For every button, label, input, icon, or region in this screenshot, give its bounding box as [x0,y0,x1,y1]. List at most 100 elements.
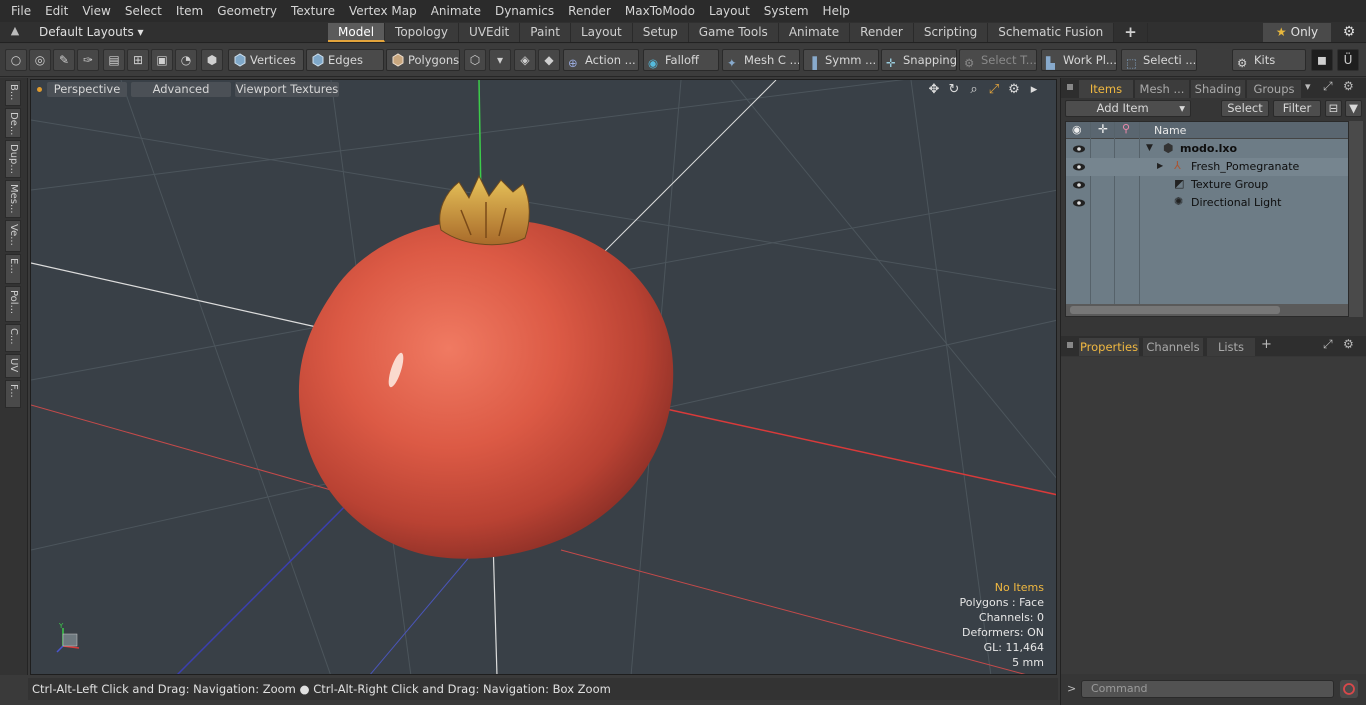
left-tab-vertex[interactable]: Ve... [5,220,21,252]
falloff-button[interactable]: ◉ Falloff [643,49,719,71]
menu-help[interactable]: Help [816,0,857,22]
tab-groups[interactable]: Groups [1247,80,1301,98]
left-tab-fusion[interactable]: F... [5,380,21,408]
filter-button[interactable]: Filter [1273,100,1321,117]
brush-icon[interactable]: ✑ [77,49,99,71]
gear-icon[interactable]: ⚙ [1340,23,1358,42]
chevron-down-icon[interactable]: ▾ [489,49,511,71]
orbit-icon[interactable]: ↻ [946,82,962,98]
tab-paint[interactable]: Paint [520,23,571,42]
command-input[interactable]: Command [1081,680,1334,698]
panel-menu-icon[interactable] [1067,84,1073,90]
collapse-arrow-icon[interactable]: ▼ [1146,143,1153,153]
advanced-button[interactable]: Advanced [131,82,231,97]
menu-dynamics[interactable]: Dynamics [488,0,561,22]
action-center-button[interactable]: ⊕ Action ... [563,49,639,71]
expand-arrow-icon[interactable]: ▶ [1157,161,1163,170]
kits-button[interactable]: ⚙ Kits [1232,49,1306,71]
work-plane-button[interactable]: ▙ Work Pl... [1041,49,1117,71]
material-mode-icon[interactable]: ⬡ [464,49,486,71]
name-column-header[interactable]: Name [1154,122,1186,139]
tab-layout[interactable]: Layout [570,23,633,42]
tab-scripting[interactable]: Scripting [913,23,989,42]
eye-icon[interactable] [1072,142,1086,156]
tab-channels[interactable]: Channels [1143,338,1203,356]
play-arrow-icon[interactable]: ▸ [1026,82,1042,98]
globe-icon[interactable]: ◎ [29,49,51,71]
menu-animate[interactable]: Animate [424,0,488,22]
deform-mode-icon[interactable]: ◆ [538,49,560,71]
select-circle-icon[interactable]: ○ [5,49,27,71]
tab-render[interactable]: Render [850,23,914,42]
mesh-constraints-button[interactable]: ✦ Mesh C ... [722,49,800,71]
eye-icon[interactable] [1072,196,1086,210]
pen-icon[interactable]: ✎ [53,49,75,71]
tab-topology[interactable]: Topology [385,23,460,42]
list-item[interactable]: ▶ ⅄ Fresh_Pomegranate [1066,158,1348,176]
menu-file[interactable]: File [4,0,38,22]
viewport-gear-icon[interactable]: ⚙ [1006,82,1022,98]
tab-properties[interactable]: Properties [1079,338,1139,356]
menu-maxtomodo[interactable]: MaxToModo [618,0,702,22]
select-through-button[interactable]: ⚙ Select T... [959,49,1037,71]
item-mode-icon[interactable]: ⬢ [201,49,223,71]
list-item[interactable]: ▼ ⬢ modo.lxo [1066,140,1348,158]
list-item[interactable]: ◩ Texture Group [1066,176,1348,194]
items-gear-icon[interactable]: ⚙ [1343,79,1354,93]
left-tab-mesh-edit[interactable]: Mes... [5,180,21,218]
left-tab-edge[interactable]: E... [5,254,21,284]
left-tab-curve[interactable]: C... [5,324,21,352]
center-icon[interactable]: ⊞ [127,49,149,71]
fit-icon[interactable]: ⤢ [986,82,1002,98]
list-item[interactable]: ✺ Directional Light [1066,194,1348,212]
left-tab-basic[interactable]: B... [5,80,21,106]
3d-viewport[interactable]: Perspective Advanced Viewport Textures ✥… [30,79,1057,675]
command-run-button[interactable] [1340,680,1358,698]
list-vertical-scrollbar[interactable] [1349,121,1363,317]
edges-button[interactable]: Edges [306,49,384,71]
pan-icon[interactable]: ✥ [926,82,942,98]
layout-selector[interactable]: Default Layouts ▾ [39,22,144,43]
select-button[interactable]: Select [1221,100,1269,117]
left-tab-polygon[interactable]: Pol... [5,286,21,322]
menu-view[interactable]: View [75,0,117,22]
menu-render[interactable]: Render [561,0,618,22]
add-properties-tab-icon[interactable]: + [1261,337,1272,352]
properties-menu-icon[interactable] [1067,342,1073,348]
left-tab-deform[interactable]: De... [5,108,21,138]
viewport-textures-button[interactable]: Viewport Textures [235,82,339,97]
funnel-icon[interactable]: ▼ [1345,100,1362,117]
add-tab-icon[interactable]: + [1114,23,1148,42]
frame-icon[interactable]: ▣ [151,49,173,71]
left-tab-duplicate[interactable]: Dup... [5,140,21,178]
cube-icon[interactable]: ◼ [1311,49,1333,71]
tab-mesh[interactable]: Mesh ... [1135,80,1189,98]
align-icon[interactable]: ▤ [103,49,125,71]
layout-toggle-icon[interactable]: ▲ [7,24,23,40]
expand-icon[interactable]: ⤢ [1323,79,1333,94]
properties-gear-icon[interactable]: ⚙ [1343,337,1354,351]
list-scroll-thumb[interactable] [1070,306,1280,314]
perspective-button[interactable]: Perspective [47,82,127,97]
eye-icon[interactable] [1072,160,1086,174]
list-scrollbar[interactable] [1066,304,1348,316]
menu-vertex-map[interactable]: Vertex Map [342,0,424,22]
tab-items[interactable]: Items [1079,80,1133,98]
collapse-icon[interactable]: ⊟ [1325,100,1342,117]
menu-item[interactable]: Item [169,0,210,22]
menu-geometry[interactable]: Geometry [210,0,284,22]
tab-lists[interactable]: Lists [1207,338,1255,356]
menu-edit[interactable]: Edit [38,0,75,22]
unreal-icon[interactable]: Ü [1337,49,1359,71]
symmetry-button[interactable]: ▐ Symm ... [803,49,879,71]
tab-animate[interactable]: Animate [778,23,851,42]
chevron-down-icon[interactable]: ▾ [1305,80,1311,93]
tab-uvedit[interactable]: UVEdit [459,23,521,42]
add-item-button[interactable]: Add Item ▾ [1065,100,1191,117]
tab-schematic-fusion[interactable]: Schematic Fusion [988,23,1115,42]
eye-icon[interactable] [1072,178,1086,192]
selection-sets-button[interactable]: ⬚ Selecti ... [1121,49,1197,71]
symmetry-mode-icon[interactable]: ◈ [514,49,536,71]
left-tab-uv[interactable]: UV [5,354,21,378]
menu-layout[interactable]: Layout [702,0,757,22]
